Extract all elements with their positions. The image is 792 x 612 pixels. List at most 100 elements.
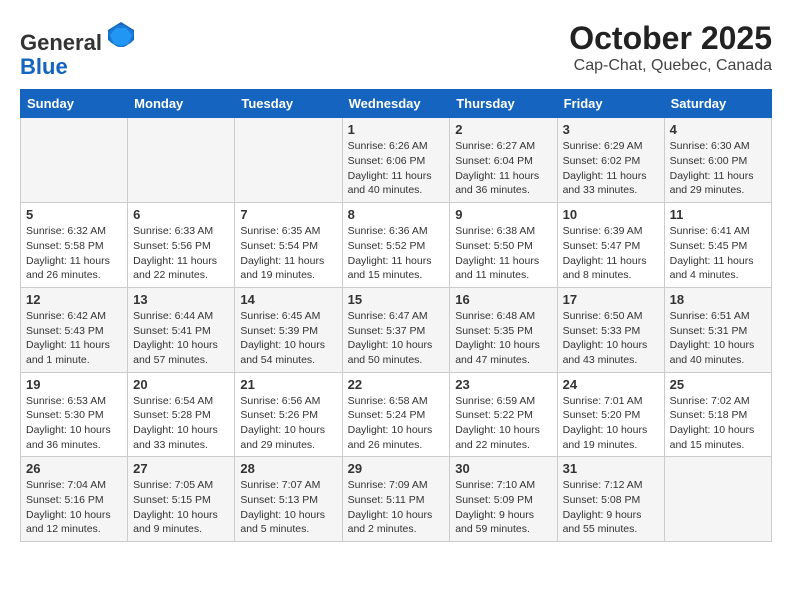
day-number: 15: [348, 292, 445, 307]
weekday-header: Monday: [128, 90, 235, 118]
weekday-header: Sunday: [21, 90, 128, 118]
day-number: 3: [563, 122, 659, 137]
day-number: 23: [455, 377, 551, 392]
day-info: Sunrise: 7:04 AM Sunset: 5:16 PM Dayligh…: [26, 478, 122, 537]
calendar-week-row: 5Sunrise: 6:32 AM Sunset: 5:58 PM Daylig…: [21, 203, 772, 288]
calendar-cell: 8 Sunrise: 6:36 AM Sunset: 5:52 PM Daylig…: [342, 203, 450, 288]
weekday-header-row: SundayMondayTuesdayWednesdayThursdayFrid…: [21, 90, 772, 118]
location-subtitle: Cap-Chat, Quebec, Canada: [569, 57, 772, 75]
calendar-cell: 30Sunrise: 7:10 AM Sunset: 5:09 PM Dayli…: [450, 457, 557, 542]
calendar-cell: 23 Sunrise: 6:59 AM Sunset: 5:22 PM Dayli…: [450, 372, 557, 457]
day-info: Sunrise: 6:58 AM Sunset: 5:24 PM Dayligh…: [348, 394, 445, 453]
weekday-header: Wednesday: [342, 90, 450, 118]
day-info: Sunrise: 6:29 AM Sunset: 6:02 PM Dayligh…: [563, 139, 659, 198]
day-number: 16: [455, 292, 551, 307]
day-number: 30: [455, 461, 551, 476]
day-number: 28: [240, 461, 336, 476]
day-info: Sunrise: 6:35 AM Sunset: 5:54 PM Dayligh…: [240, 224, 336, 283]
calendar-cell: [664, 457, 771, 542]
day-info: Sunrise: 6:59 AM Sunset: 5:22 PM Dayligh…: [455, 394, 551, 453]
day-info: Sunrise: 6:42 AM Sunset: 5:43 PM Dayligh…: [26, 309, 122, 368]
day-number: 13: [133, 292, 229, 307]
day-number: 11: [670, 207, 766, 222]
day-number: 8: [348, 207, 445, 222]
weekday-header: Saturday: [664, 90, 771, 118]
calendar-week-row: 26 Sunrise: 7:04 AM Sunset: 5:16 PM Dayli…: [21, 457, 772, 542]
calendar-cell: 3 Sunrise: 6:29 AM Sunset: 6:02 PM Daylig…: [557, 118, 664, 203]
day-number: 10: [563, 207, 659, 222]
day-info: Sunrise: 6:39 AM Sunset: 5:47 PM Dayligh…: [563, 224, 659, 283]
day-info: Sunrise: 6:53 AM Sunset: 5:30 PM Dayligh…: [26, 394, 122, 453]
day-info: Sunrise: 6:33 AM Sunset: 5:56 PM Dayligh…: [133, 224, 229, 283]
logo-icon: [106, 20, 136, 50]
calendar-cell: 24 Sunrise: 7:01 AM Sunset: 5:20 PM Dayli…: [557, 372, 664, 457]
day-info: Sunrise: 6:44 AM Sunset: 5:41 PM Dayligh…: [133, 309, 229, 368]
day-info: Sunrise: 7:01 AM Sunset: 5:20 PM Dayligh…: [563, 394, 659, 453]
calendar-table: SundayMondayTuesdayWednesdayThursdayFrid…: [20, 89, 772, 542]
day-info: Sunrise: 6:36 AM Sunset: 5:52 PM Dayligh…: [348, 224, 445, 283]
calendar-cell: 2Sunrise: 6:27 AM Sunset: 6:04 PM Daylig…: [450, 118, 557, 203]
day-number: 4: [670, 122, 766, 137]
day-info: Sunrise: 7:09 AM Sunset: 5:11 PM Dayligh…: [348, 478, 445, 537]
day-number: 19: [26, 377, 122, 392]
month-title: October 2025: [569, 20, 772, 57]
calendar-cell: 26 Sunrise: 7:04 AM Sunset: 5:16 PM Dayli…: [21, 457, 128, 542]
calendar-cell: 18Sunrise: 6:51 AM Sunset: 5:31 PM Dayli…: [664, 287, 771, 372]
day-info: Sunrise: 7:07 AM Sunset: 5:13 PM Dayligh…: [240, 478, 336, 537]
calendar-cell: 29Sunrise: 7:09 AM Sunset: 5:11 PM Dayli…: [342, 457, 450, 542]
day-info: Sunrise: 6:50 AM Sunset: 5:33 PM Dayligh…: [563, 309, 659, 368]
day-number: 12: [26, 292, 122, 307]
calendar-cell: 4 Sunrise: 6:30 AM Sunset: 6:00 PM Daylig…: [664, 118, 771, 203]
weekday-header: Tuesday: [235, 90, 342, 118]
day-number: 24: [563, 377, 659, 392]
day-number: 31: [563, 461, 659, 476]
calendar-week-row: 1Sunrise: 6:26 AM Sunset: 6:06 PM Daylig…: [21, 118, 772, 203]
day-number: 6: [133, 207, 229, 222]
calendar-cell: 27Sunrise: 7:05 AM Sunset: 5:15 PM Dayli…: [128, 457, 235, 542]
day-info: Sunrise: 6:38 AM Sunset: 5:50 PM Dayligh…: [455, 224, 551, 283]
calendar-cell: 5Sunrise: 6:32 AM Sunset: 5:58 PM Daylig…: [21, 203, 128, 288]
day-number: 18: [670, 292, 766, 307]
logo: GeneralBlue: [20, 20, 136, 79]
calendar-cell: 12 Sunrise: 6:42 AM Sunset: 5:43 PM Dayli…: [21, 287, 128, 372]
day-info: Sunrise: 6:30 AM Sunset: 6:00 PM Dayligh…: [670, 139, 766, 198]
day-info: Sunrise: 6:45 AM Sunset: 5:39 PM Dayligh…: [240, 309, 336, 368]
calendar-cell: 13 Sunrise: 6:44 AM Sunset: 5:41 PM Dayli…: [128, 287, 235, 372]
calendar-cell: 16 Sunrise: 6:48 AM Sunset: 5:35 PM Dayli…: [450, 287, 557, 372]
page-header: GeneralBlue October 2025 Cap-Chat, Quebe…: [20, 20, 772, 79]
calendar-week-row: 19 Sunrise: 6:53 AM Sunset: 5:30 PM Dayli…: [21, 372, 772, 457]
day-info: Sunrise: 6:54 AM Sunset: 5:28 PM Dayligh…: [133, 394, 229, 453]
calendar-cell: 6 Sunrise: 6:33 AM Sunset: 5:56 PM Daylig…: [128, 203, 235, 288]
day-number: 22: [348, 377, 445, 392]
day-number: 7: [240, 207, 336, 222]
calendar-cell: [235, 118, 342, 203]
calendar-cell: 22 Sunrise: 6:58 AM Sunset: 5:24 PM Dayli…: [342, 372, 450, 457]
calendar-cell: 7 Sunrise: 6:35 AM Sunset: 5:54 PM Daylig…: [235, 203, 342, 288]
calendar-cell: 1Sunrise: 6:26 AM Sunset: 6:06 PM Daylig…: [342, 118, 450, 203]
day-info: Sunrise: 7:02 AM Sunset: 5:18 PM Dayligh…: [670, 394, 766, 453]
calendar-cell: [21, 118, 128, 203]
day-number: 25: [670, 377, 766, 392]
calendar-cell: 9Sunrise: 6:38 AM Sunset: 5:50 PM Daylig…: [450, 203, 557, 288]
day-info: Sunrise: 7:05 AM Sunset: 5:15 PM Dayligh…: [133, 478, 229, 537]
weekday-header: Friday: [557, 90, 664, 118]
day-number: 20: [133, 377, 229, 392]
calendar-cell: 17 Sunrise: 6:50 AM Sunset: 5:33 PM Dayli…: [557, 287, 664, 372]
day-info: Sunrise: 6:48 AM Sunset: 5:35 PM Dayligh…: [455, 309, 551, 368]
calendar-cell: 20 Sunrise: 6:54 AM Sunset: 5:28 PM Dayli…: [128, 372, 235, 457]
day-number: 14: [240, 292, 336, 307]
logo-general: General: [20, 30, 102, 55]
day-number: 26: [26, 461, 122, 476]
calendar-cell: 15 Sunrise: 6:47 AM Sunset: 5:37 PM Dayli…: [342, 287, 450, 372]
calendar-cell: 21Sunrise: 6:56 AM Sunset: 5:26 PM Dayli…: [235, 372, 342, 457]
calendar-cell: 25 Sunrise: 7:02 AM Sunset: 5:18 PM Dayli…: [664, 372, 771, 457]
weekday-header: Thursday: [450, 90, 557, 118]
day-info: Sunrise: 6:56 AM Sunset: 5:26 PM Dayligh…: [240, 394, 336, 453]
day-number: 1: [348, 122, 445, 137]
day-info: Sunrise: 6:47 AM Sunset: 5:37 PM Dayligh…: [348, 309, 445, 368]
calendar-cell: 28 Sunrise: 7:07 AM Sunset: 5:13 PM Dayli…: [235, 457, 342, 542]
day-info: Sunrise: 6:41 AM Sunset: 5:45 PM Dayligh…: [670, 224, 766, 283]
day-number: 17: [563, 292, 659, 307]
day-number: 5: [26, 207, 122, 222]
day-number: 2: [455, 122, 551, 137]
